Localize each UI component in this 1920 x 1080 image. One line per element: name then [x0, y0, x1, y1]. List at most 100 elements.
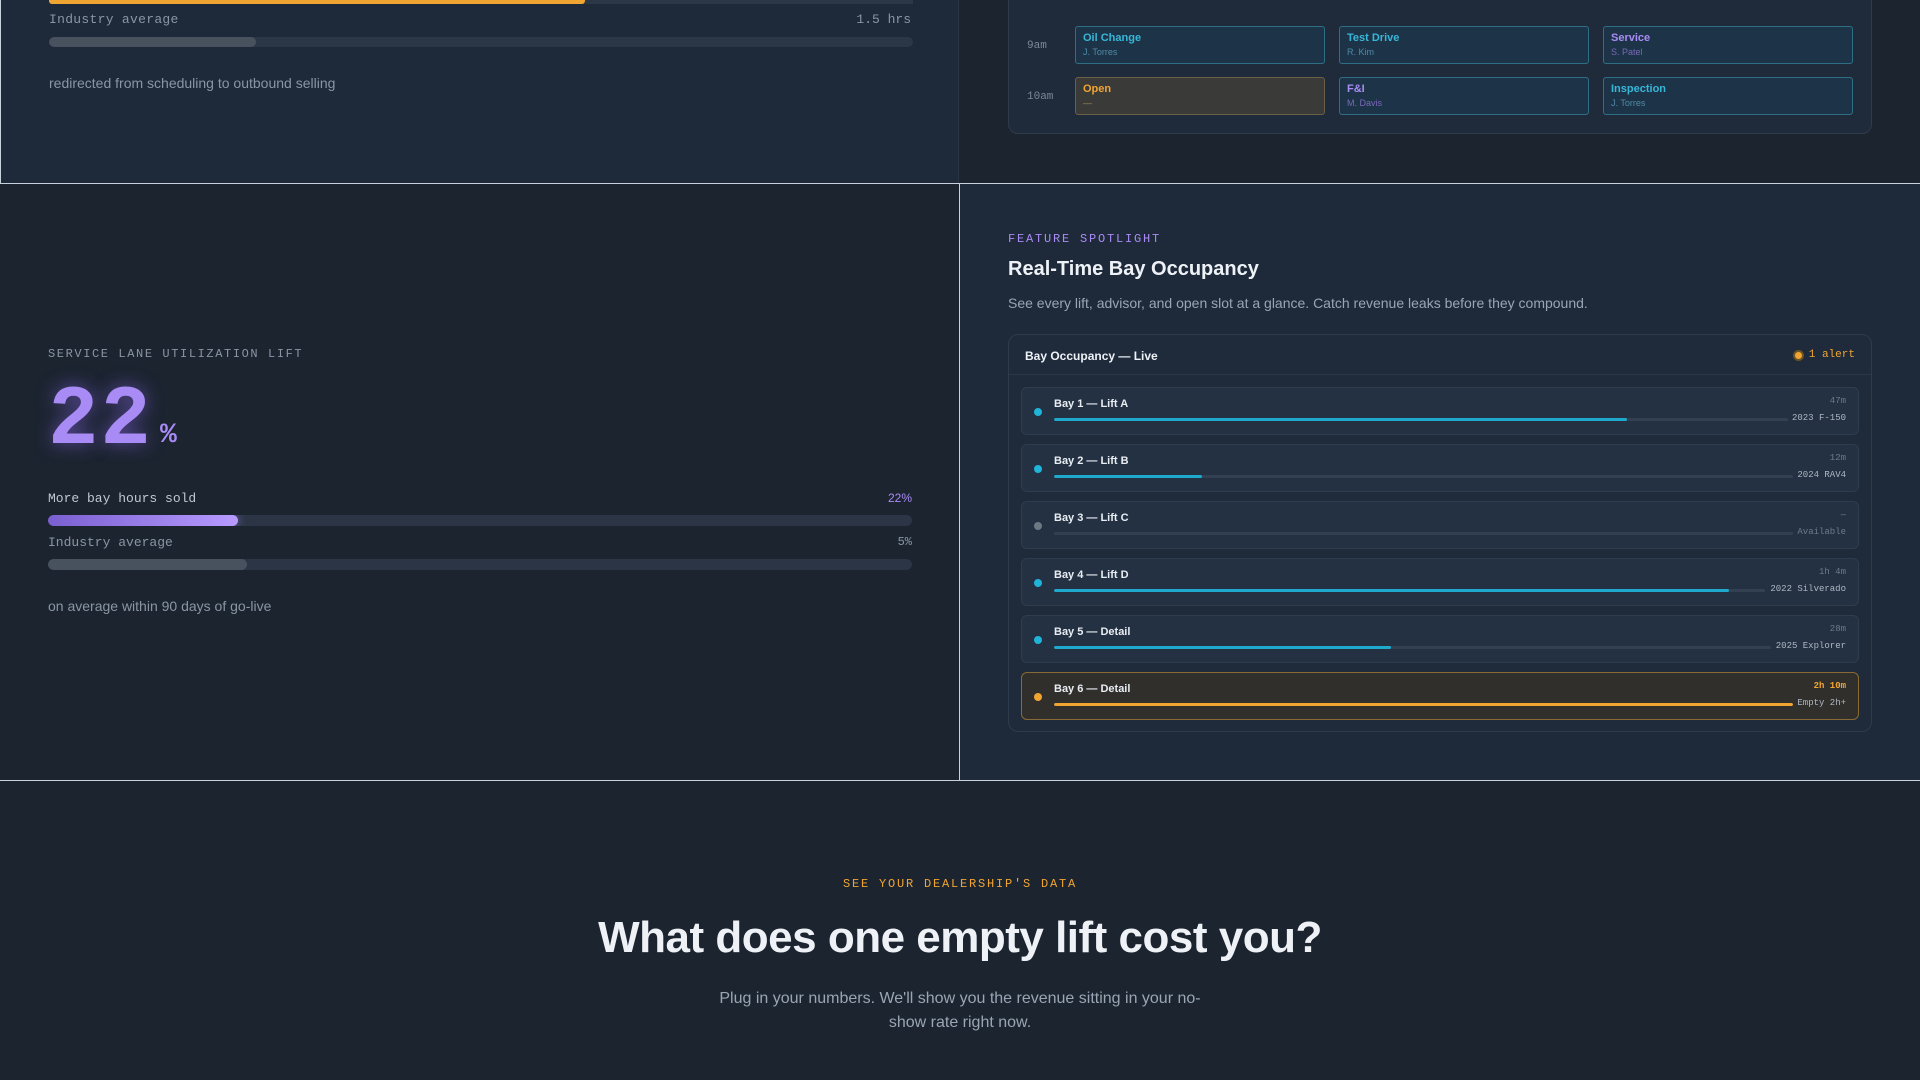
- cta-section: SEE YOUR DEALERSHIP'S DATA What does one…: [0, 781, 1920, 1080]
- slot-person: J. Torres: [1611, 98, 1646, 108]
- bay-occupancy-card: Bay Occupancy — Live 1 alert Bay 1 — Lif…: [1008, 334, 1872, 732]
- bay-vehicle: 2022 Silverado: [1770, 584, 1846, 594]
- time-saved-bar-track: [585, 0, 913, 4]
- schedule-slot[interactable]: Test Drive R. Kim: [1339, 26, 1589, 64]
- bay-vehicle: Empty 2h+: [1797, 698, 1846, 708]
- slot-person: M. Davis: [1347, 98, 1383, 108]
- bay-name: Bay 5 — Detail: [1054, 626, 1131, 638]
- bay-status-dot-icon: [1034, 693, 1042, 701]
- schedule-row-10am: 10am Open — F&I M. Davis Inspection J. T…: [1009, 77, 1871, 117]
- slot-title: Inspection: [1611, 83, 1667, 95]
- bay-elapsed-time: 2h 10m: [1813, 681, 1846, 691]
- bay-name: Bay 4 — Lift D: [1054, 569, 1129, 581]
- cta-description: Plug in your numbers. We'll show you the…: [719, 990, 1201, 1031]
- bay-row[interactable]: Bay 3 — Lift C — Available: [1021, 501, 1859, 549]
- industry-average-bar-fill: [49, 37, 257, 47]
- bay-status-dot-icon: [1034, 408, 1042, 416]
- slot-title: Oil Change: [1083, 32, 1142, 44]
- bay-elapsed-time: 1h 4m: [1818, 567, 1846, 577]
- bay-progress-fill: [1054, 589, 1730, 592]
- bay-vehicle: 2023 F-150: [1791, 413, 1846, 423]
- slot-title: Test Drive: [1347, 32, 1400, 44]
- metric-value: 5%: [897, 535, 912, 549]
- alert-badge[interactable]: 1 alert: [1792, 349, 1855, 361]
- schedule-slot[interactable]: F&I M. Davis: [1339, 77, 1589, 115]
- utilization-caption: on average within 90 days of go-live: [48, 598, 272, 614]
- bay-elapsed-time: 47m: [1829, 396, 1846, 406]
- bay-progress-bar: [1054, 418, 1788, 421]
- utilization-value: 22: [48, 374, 153, 469]
- bay-row[interactable]: Bay 2 — Lift B 12m 2024 RAV4: [1021, 444, 1859, 492]
- bay-vehicle: 2024 RAV4: [1797, 470, 1846, 480]
- bay-progress-fill: [1054, 475, 1202, 478]
- bay-status-dot-icon: [1034, 636, 1042, 644]
- metric-bay-hours-bar-fill: [48, 515, 239, 526]
- metric-bay-hours-bar: [48, 515, 912, 526]
- metric-industry-average-bar: [48, 559, 912, 570]
- bay-vehicle: Available: [1797, 527, 1846, 537]
- bay-name: Bay 3 — Lift C: [1054, 512, 1129, 524]
- metric-label: Industry average: [48, 535, 173, 550]
- bay-row[interactable]: Bay 4 — Lift D 1h 4m 2022 Silverado: [1021, 558, 1859, 606]
- bay-progress-fill: [1054, 703, 1793, 706]
- bay-elapsed-time: —: [1840, 510, 1846, 520]
- cta-title: What does one empty lift cost you?: [598, 913, 1322, 962]
- bay-vehicle: 2025 Explorer: [1775, 641, 1846, 651]
- schedule-slot-open[interactable]: Open —: [1075, 77, 1325, 115]
- slot-person: J. Torres: [1083, 47, 1118, 57]
- industry-average-label: Industry average: [49, 12, 179, 27]
- schedule-card: 9am Oil Change J. Torres Test Drive R. K…: [1008, 0, 1872, 134]
- schedule-row-partial: [1009, 0, 1871, 15]
- metric-label: More bay hours sold: [48, 491, 197, 506]
- alert-count: 1 alert: [1808, 349, 1855, 361]
- bay-status-dot-icon: [1034, 579, 1042, 587]
- industry-average-bar: [49, 37, 913, 47]
- bay-name: Bay 2 — Lift B: [1054, 455, 1129, 467]
- bay-name: Bay 1 — Lift A: [1054, 398, 1129, 410]
- schedule-slot[interactable]: Inspection J. Torres: [1603, 77, 1853, 115]
- feature-spotlight-panel: FEATURE SPOTLIGHT Real-Time Bay Occupanc…: [960, 184, 1920, 780]
- time-saved-caption: redirected from scheduling to outbound s…: [49, 75, 336, 91]
- bay-row[interactable]: Bay 1 — Lift A 47m 2023 F-150: [1021, 387, 1859, 435]
- bay-row[interactable]: Bay 5 — Detail 28m 2025 Explorer: [1021, 615, 1859, 663]
- metric-bay-hours: More bay hours sold 22%: [48, 491, 912, 506]
- bay-progress-bar: [1054, 589, 1765, 592]
- schedule-panel: 9am Oil Change J. Torres Test Drive R. K…: [960, 0, 1920, 183]
- utilization-panel: SERVICE LANE UTILIZATION LIFT 22 % More …: [0, 184, 959, 780]
- feature-description: See every lift, advisor, and open slot a…: [1008, 295, 1588, 311]
- industry-average-value: 1.5 hrs: [856, 12, 911, 27]
- bay-occupancy-header: Bay Occupancy — Live 1 alert: [1009, 335, 1871, 375]
- slot-title: F&I: [1347, 83, 1365, 95]
- bay-elapsed-time: 28m: [1829, 624, 1846, 634]
- bay-row[interactable]: Bay 6 — Detail 2h 10m Empty 2h+: [1021, 672, 1859, 720]
- alert-dot-icon: [1792, 349, 1804, 361]
- utilization-label: SERVICE LANE UTILIZATION LIFT: [48, 347, 304, 361]
- bay-elapsed-time: 12m: [1829, 453, 1846, 463]
- slot-person: —: [1083, 98, 1092, 108]
- slot-person: S. Patel: [1611, 47, 1643, 57]
- bay-status-dot-icon: [1034, 465, 1042, 473]
- cta-eyebrow: SEE YOUR DEALERSHIP'S DATA: [842, 877, 1078, 891]
- metric-industry-average: Industry average 5%: [48, 535, 912, 550]
- slot-title: Open: [1083, 83, 1112, 95]
- schedule-slot[interactable]: Service S. Patel: [1603, 26, 1853, 64]
- feature-eyebrow: FEATURE SPOTLIGHT: [1008, 232, 1162, 246]
- bay-occupancy-title: Bay Occupancy — Live: [1025, 349, 1158, 363]
- schedule-row-9am: 9am Oil Change J. Torres Test Drive R. K…: [1009, 26, 1871, 66]
- bay-status-dot-icon: [1034, 522, 1042, 530]
- bay-progress-bar: [1054, 475, 1793, 478]
- bay-progress-fill: [1054, 646, 1391, 649]
- schedule-time-label: 9am: [1027, 40, 1047, 52]
- bay-progress-bar: [1054, 703, 1793, 706]
- feature-title: Real-Time Bay Occupancy: [1008, 258, 1259, 280]
- time-saved-bar-fill: [49, 0, 585, 4]
- schedule-time-label: 10am: [1027, 91, 1054, 103]
- slot-person: R. Kim: [1347, 47, 1374, 57]
- bay-progress-fill: [1054, 418, 1627, 421]
- utilization-unit: %: [160, 420, 177, 451]
- metric-value: 22%: [887, 491, 912, 505]
- metric-industry-average-bar-fill: [48, 559, 247, 570]
- schedule-slot[interactable]: Oil Change J. Torres: [1075, 26, 1325, 64]
- slot-title: Service: [1611, 32, 1651, 44]
- bay-name: Bay 6 — Detail: [1054, 683, 1131, 695]
